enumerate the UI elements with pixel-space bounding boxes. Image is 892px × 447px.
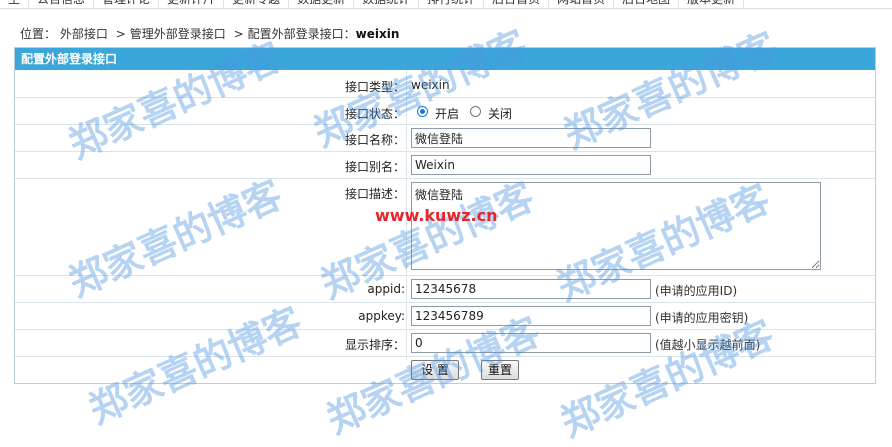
row-type: 接口类型： weixin — [15, 70, 875, 98]
breadcrumb-separator: > — [115, 27, 126, 41]
breadcrumb-prefix: 位置： — [20, 27, 57, 41]
top-menu-item[interactable]: 更新评片 — [159, 0, 225, 8]
row-appid: appid: (申请的应用ID) — [15, 276, 875, 303]
appkey-input[interactable] — [411, 306, 651, 326]
top-menu-item[interactable]: 数据更新 — [289, 0, 355, 8]
description-textarea[interactable]: 微信登陆 — [411, 182, 821, 270]
config-panel: 配置外部登录接口 接口类型： weixin 接口状态： 开启 关闭 接口名称： … — [14, 47, 876, 384]
top-menu-item[interactable]: 公告信息 — [29, 0, 95, 8]
appkey-hint: (申请的应用密钥) — [655, 311, 749, 325]
status-label: 接口状态： — [344, 107, 405, 121]
breadcrumb-current: weixin — [355, 27, 400, 41]
type-value: weixin — [411, 78, 450, 92]
breadcrumb-separator: > — [233, 27, 244, 41]
order-input[interactable] — [411, 333, 651, 353]
appid-hint: (申请的应用ID) — [655, 284, 738, 298]
panel-title: 配置外部登录接口 — [15, 48, 875, 70]
description-label: 接口描述： — [344, 187, 405, 201]
submit-button[interactable]: 设 置 — [411, 360, 459, 380]
top-menu-item[interactable]: 主 — [0, 0, 30, 8]
status-off-radio[interactable] — [470, 106, 481, 117]
alias-label: 接口别名： — [344, 160, 405, 174]
top-menu-item[interactable]: 更新专题 — [224, 0, 290, 8]
row-alias: 接口别名： — [15, 152, 875, 179]
row-order: 显示排序： (值越小显示越前面) — [15, 330, 875, 357]
breadcrumb: 位置： 外部接口 > 管理外部登录接口 > 配置外部登录接口：weixin — [20, 26, 399, 42]
top-menu-item[interactable]: 管理评论 — [94, 0, 160, 8]
breadcrumb-link-configure[interactable]: 配置外部登录接口： — [248, 27, 356, 41]
row-description: 接口描述： 微信登陆 — [15, 179, 875, 276]
row-status: 接口状态： 开启 关闭 — [15, 98, 875, 125]
breadcrumb-link-manage[interactable]: 管理外部登录接口 — [130, 27, 226, 41]
name-input[interactable] — [411, 128, 651, 148]
breadcrumb-link-external[interactable]: 外部接口 — [60, 27, 108, 41]
name-label: 接口名称： — [344, 133, 405, 147]
top-menu-item[interactable]: 网站首页 — [549, 0, 615, 8]
top-menu-item[interactable]: 数据统计 — [354, 0, 420, 8]
top-menu: 主公告信息管理评论更新评片更新专题数据更新数据统计排行统计后台首页网站首页后台地… — [0, 0, 892, 9]
appid-label: appid: — [367, 282, 405, 296]
top-menu-item[interactable]: 版本更新 — [679, 0, 745, 8]
status-on-radio[interactable] — [417, 106, 428, 117]
appid-input[interactable] — [411, 279, 651, 299]
status-on-label[interactable]: 开启 — [435, 105, 459, 122]
row-appkey: appkey: (申请的应用密钥) — [15, 303, 875, 330]
row-name: 接口名称： — [15, 125, 875, 152]
top-menu-item[interactable]: 后台首页 — [484, 0, 550, 8]
order-hint: (值越小显示越前面) — [655, 338, 761, 352]
top-menu-item[interactable]: 后台地图 — [614, 0, 680, 8]
status-off-label[interactable]: 关闭 — [488, 105, 512, 122]
reset-button[interactable]: 重置 — [481, 360, 519, 380]
type-label: 接口类型： — [344, 80, 405, 94]
alias-input[interactable] — [411, 155, 651, 175]
order-label: 显示排序： — [344, 338, 405, 352]
appkey-label: appkey: — [358, 309, 405, 323]
top-menu-item[interactable]: 排行统计 — [419, 0, 485, 8]
